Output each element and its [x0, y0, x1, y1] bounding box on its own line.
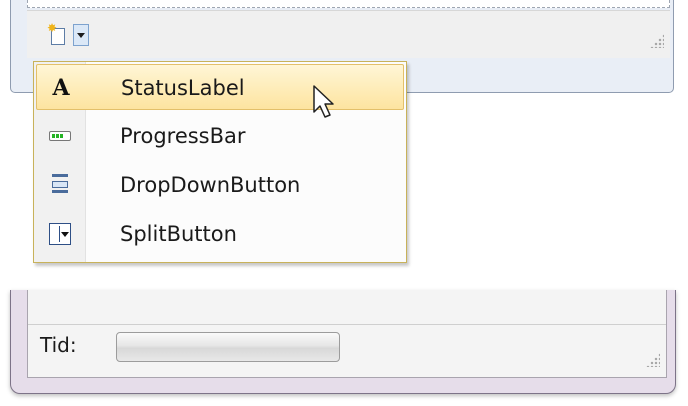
add-status-item-button[interactable]: ✸ [45, 19, 95, 51]
resize-grip-icon[interactable] [646, 353, 660, 367]
menu-item-label: StatusLabel [121, 76, 245, 100]
status-label-icon: A [52, 75, 70, 101]
menu-item-label: ProgressBar [120, 124, 246, 148]
status-strip: Tid: [27, 290, 667, 378]
new-item-icon: ✸ [47, 22, 67, 46]
bottom-form-window: Tid: [10, 290, 676, 394]
chevron-down-icon[interactable] [73, 24, 89, 46]
progress-bar-icon [36, 113, 84, 159]
menu-item-label: SplitButton [120, 222, 237, 246]
menu-item-status-label[interactable]: A StatusLabel [36, 64, 404, 110]
mouse-cursor-icon [313, 85, 334, 118]
form-client-area [27, 0, 670, 8]
dropdown-button-icon [36, 162, 84, 208]
divider [28, 324, 666, 325]
menu-item-split-button[interactable]: SplitButton [36, 211, 404, 257]
status-label: Tid: [40, 333, 77, 357]
menu-item-label: DropDownButton [120, 173, 301, 197]
menu-item-progress-bar[interactable]: ProgressBar [36, 113, 404, 159]
status-strip-designer: ✸ [27, 10, 670, 58]
split-button-icon [36, 211, 84, 257]
progress-bar [116, 332, 340, 362]
menu-item-dropdown-button[interactable]: DropDownButton [36, 162, 404, 208]
resize-grip-icon[interactable] [650, 34, 664, 48]
add-item-dropdown-menu: A StatusLabel ProgressBar DropDownButton… [33, 61, 407, 263]
